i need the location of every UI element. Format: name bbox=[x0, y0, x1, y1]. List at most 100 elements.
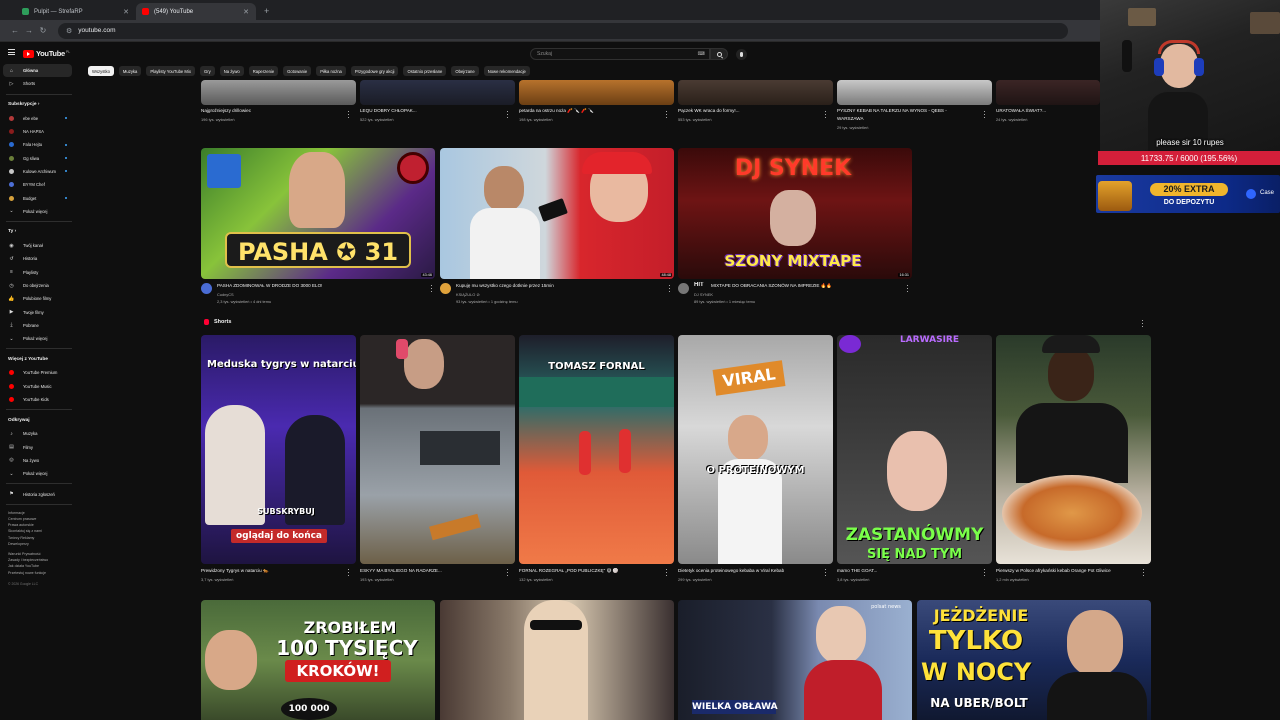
video-title-line2[interactable]: WARSZAWA bbox=[837, 116, 977, 121]
more-options-icon[interactable] bbox=[431, 285, 433, 292]
promo-badge: 20% EXTRA bbox=[1150, 183, 1228, 196]
video-duration: 43:46 bbox=[421, 273, 433, 277]
weapon-graphic bbox=[429, 513, 481, 541]
person-figure bbox=[887, 431, 947, 511]
video-meta: 553 tys. wyświetleń bbox=[678, 117, 712, 122]
video-thumbnail[interactable] bbox=[837, 80, 992, 105]
channel-avatar[interactable] bbox=[201, 283, 212, 294]
person-figure bbox=[804, 660, 882, 720]
brand-name: Case bbox=[1260, 190, 1275, 196]
person-figure bbox=[816, 606, 866, 664]
video-thumbnail-ksiazulo[interactable]: 48:48 bbox=[440, 148, 674, 279]
promo-subtitle: DO DEPOZYTU bbox=[1163, 199, 1215, 206]
short-meta: 1,2 mln wyświetleń bbox=[996, 577, 1029, 582]
more-options-icon[interactable] bbox=[507, 569, 509, 576]
more-options-icon[interactable] bbox=[984, 569, 986, 576]
short-meta: 193 tys. wyświetleń bbox=[360, 577, 394, 582]
short-thumbnail-meduska[interactable]: Meduska tygrys w natarciu SUBSKRYBUJ ogl… bbox=[201, 335, 356, 564]
video-title[interactable]: Kupuję mu wszystko czego dotknie przez 1… bbox=[456, 283, 656, 288]
video-title[interactable]: URATOWAŁA ŚWIAT?... bbox=[996, 108, 1096, 113]
video-meta: 29 tys. wyświetleń bbox=[837, 125, 869, 130]
more-options-icon[interactable] bbox=[507, 111, 509, 118]
donation-goal-bar: 11733.75 / 6000 (195.56%) bbox=[1098, 151, 1280, 165]
thumbnail-overlay-text: JEŻDŻENIE bbox=[933, 606, 1029, 625]
short-title[interactable]: ESKYY MA BYALIEGO NA RADARZE... bbox=[360, 568, 505, 573]
channel-name[interactable]: DJ SYNEK bbox=[694, 292, 713, 297]
more-options-icon[interactable] bbox=[907, 285, 909, 292]
video-thumbnail[interactable] bbox=[996, 80, 1100, 105]
video-title[interactable]: PASHA ZDOMINOWAŁ W DRODZE DO 3000 ELO! bbox=[217, 283, 417, 288]
headphones-icon bbox=[396, 339, 408, 359]
video-meta: 24 tys. wyświetleń bbox=[996, 117, 1028, 122]
more-options-icon[interactable] bbox=[1142, 320, 1144, 327]
brand-logo-icon bbox=[1246, 189, 1256, 199]
cap-graphic bbox=[1042, 335, 1100, 353]
channel-avatar[interactable] bbox=[678, 283, 689, 294]
person-figure bbox=[1047, 672, 1147, 720]
thumbnail-overlay-text: polsat news bbox=[871, 604, 901, 610]
short-title[interactable]: mamo THE GOAT... bbox=[837, 568, 982, 573]
thumbnail-overlay-text: VIRAL bbox=[712, 360, 786, 396]
video-thumbnail[interactable] bbox=[519, 80, 674, 105]
short-thumbnail-goat[interactable]: LARWASIRE ZASTANÓWMY SIĘ NAD TYM bbox=[837, 335, 992, 564]
video-meta: 196 tys. wyświetleń bbox=[201, 117, 235, 122]
video-meta: 522 tys. wyświetleń bbox=[360, 117, 394, 122]
more-options-icon[interactable] bbox=[666, 569, 668, 576]
video-meta: 89 tys. wyświetleń • 1 miesiąc temu bbox=[694, 299, 756, 304]
more-options-icon[interactable] bbox=[348, 111, 350, 118]
more-options-icon[interactable] bbox=[1143, 569, 1145, 576]
video-thumbnail[interactable] bbox=[678, 80, 833, 105]
short-thumbnail-eskyy[interactable] bbox=[360, 335, 515, 564]
player-figure bbox=[619, 429, 631, 473]
short-title[interactable]: Prewidzony Tygrys w natarciu 🐅 bbox=[201, 568, 346, 574]
thumbnail-overlay-text: W NOCY bbox=[921, 658, 1032, 686]
thumbnail-overlay-text: WIELKA OBŁAWA bbox=[692, 700, 778, 714]
video-thumbnail[interactable] bbox=[360, 80, 515, 105]
person-figure bbox=[404, 339, 444, 389]
thumbnail-overlay-text: PASHA ✪ 31 bbox=[225, 232, 411, 268]
shorts-section-header: Shorts bbox=[204, 319, 231, 325]
streamer-figure bbox=[1146, 38, 1210, 151]
short-title[interactable]: Pierwszy w Polsce afrykański kebab Orang… bbox=[996, 568, 1141, 573]
more-options-icon[interactable] bbox=[669, 285, 671, 292]
food-plate bbox=[1002, 475, 1142, 551]
video-title[interactable]: Pączek WK wraca do formy!... bbox=[678, 108, 818, 113]
person-figure bbox=[524, 600, 588, 720]
video-thumbnail-party[interactable] bbox=[440, 600, 674, 720]
headphones-icon bbox=[1158, 40, 1200, 54]
thumbnail-overlay-text: TYLKO bbox=[928, 626, 1024, 656]
short-thumbnail-fornal[interactable]: TOMASZ FORNAL bbox=[519, 335, 674, 564]
more-options-icon[interactable] bbox=[348, 569, 350, 576]
video-title[interactable]: Najgroźniejszy drillowiec bbox=[201, 108, 341, 113]
shorts-icon bbox=[204, 319, 209, 325]
more-options-icon[interactable] bbox=[666, 111, 668, 118]
video-thumbnail-wielka-oblawa[interactable]: polsat news WIELKA OBŁAWA bbox=[678, 600, 912, 720]
channel-name[interactable]: CudnyCS bbox=[217, 292, 234, 297]
video-thumbnail[interactable] bbox=[201, 80, 356, 105]
thumbnail-overlay-text: SIĘ NAD TYM bbox=[866, 547, 963, 562]
hit-badge: HIT bbox=[694, 282, 704, 288]
video-title[interactable]: petarda na ostrzu noża 🧨 🔪 🧨 🔪 bbox=[519, 108, 659, 114]
video-title[interactable]: MIXTAPE DO OBRACANIA SZONÓW NA IMPREZIE … bbox=[711, 283, 901, 289]
more-options-icon[interactable] bbox=[984, 111, 986, 118]
thumbnail-overlay-text: ZROBIŁEM bbox=[303, 618, 397, 637]
channel-name[interactable]: KSIĄŻULO ⊘ bbox=[456, 292, 480, 297]
more-options-icon[interactable] bbox=[825, 569, 827, 576]
short-thumbnail-orange-pot[interactable] bbox=[996, 335, 1151, 564]
video-thumbnail-uber-bolt[interactable]: JEŻDŻENIE TYLKO W NOCY NA UBER/BOLT bbox=[917, 600, 1151, 720]
more-options-icon[interactable] bbox=[825, 111, 827, 118]
video-title[interactable]: LEQU DOBRY CHŁOPAK... bbox=[360, 108, 500, 113]
video-thumbnail-dj-synek[interactable]: DJ SYNEK SZONY MIXTAPE 16:31 bbox=[678, 148, 912, 279]
video-thumbnail-100k-steps[interactable]: ZROBIŁEM 100 TYSIĘCY KROKÓW! 100 000 bbox=[201, 600, 435, 720]
video-thumbnail-pasha[interactable]: PASHA ✪ 31 43:46 bbox=[201, 148, 435, 279]
emote-icon bbox=[839, 335, 861, 353]
short-thumbnail-viral-kebab[interactable]: VIRAL O PROTEINOWYM bbox=[678, 335, 833, 564]
channel-avatar[interactable] bbox=[440, 283, 451, 294]
short-title[interactable]: FORNAL ROZEGRAŁ „POD PUBLICZKĘ" 😅 🏐 bbox=[519, 568, 664, 574]
streamer-webcam bbox=[1100, 0, 1280, 151]
counter-strike-logo-icon bbox=[207, 154, 241, 188]
video-title[interactable]: PYSZNY KEBAB NA TALERZU NA WYNOS - QEBS … bbox=[837, 108, 982, 113]
headphone-left bbox=[1154, 58, 1164, 76]
short-title[interactable]: Dietetyk ocenia proteinowego kebaba w Vi… bbox=[678, 568, 823, 573]
headphone-right bbox=[1194, 58, 1204, 76]
